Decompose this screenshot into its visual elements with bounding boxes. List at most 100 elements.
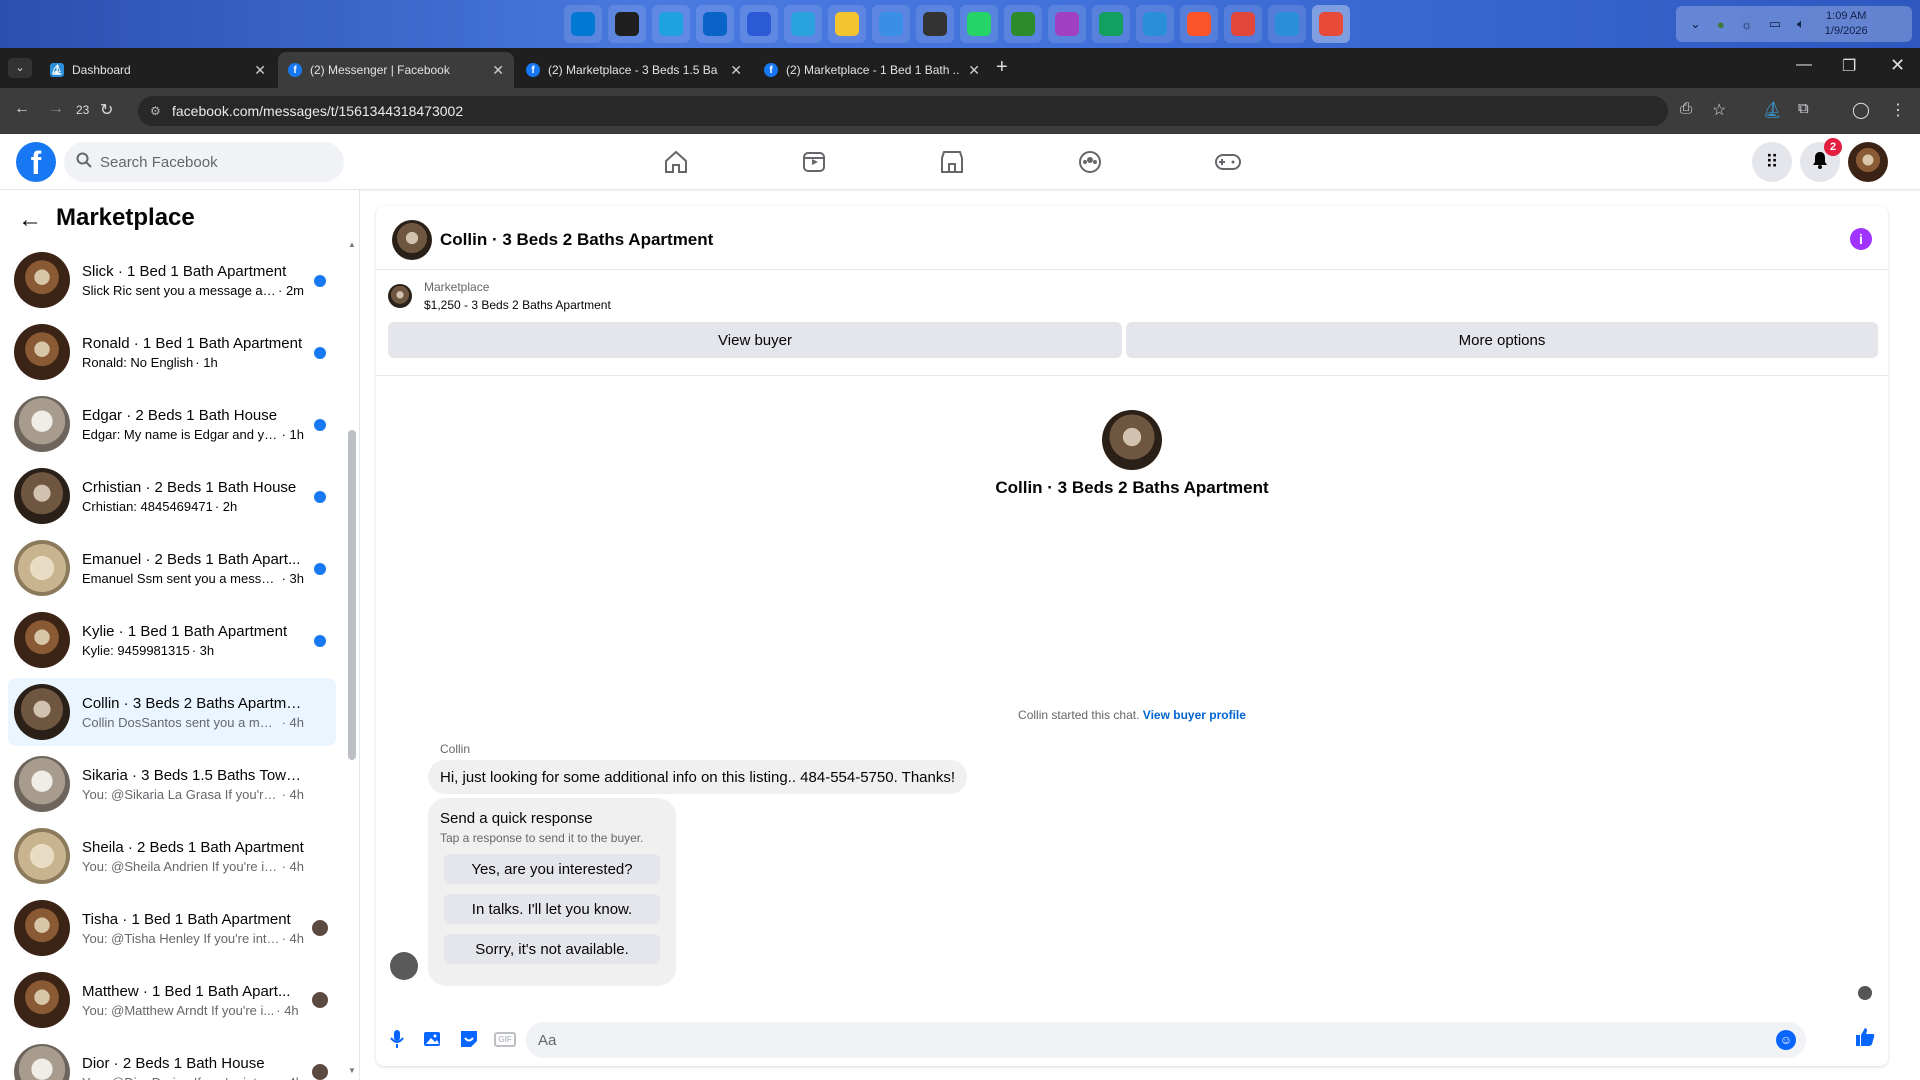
- quick-response-sorry[interactable]: Sorry, it's not available.: [444, 934, 660, 964]
- conversation-avatar: [14, 1044, 70, 1080]
- new-tab-button[interactable]: +: [996, 56, 1008, 79]
- profile-icon[interactable]: ◯: [1852, 100, 1870, 120]
- notepad-icon[interactable]: [872, 5, 910, 43]
- close-icon[interactable]: ✕: [730, 62, 742, 79]
- like-thumbs-up-icon[interactable]: [1854, 1026, 1876, 1048]
- contact-avatar-large[interactable]: [1102, 410, 1162, 470]
- oo-icon[interactable]: [1092, 5, 1130, 43]
- clock[interactable]: 1:09 AM 1/9/2026: [1825, 9, 1868, 39]
- close-icon[interactable]: ✕: [968, 62, 980, 79]
- search-input[interactable]: Search Facebook: [64, 142, 344, 182]
- quick-response-yes[interactable]: Yes, are you interested?: [444, 854, 660, 884]
- sidebar-scrollbar[interactable]: [348, 430, 356, 760]
- menu-kebab-icon[interactable]: ⋮: [1890, 100, 1906, 120]
- whatsapp-icon[interactable]: [960, 5, 998, 43]
- restore-button[interactable]: ❐: [1842, 56, 1856, 76]
- windows-start-icon[interactable]: [564, 5, 602, 43]
- address-bar[interactable]: ⚙ facebook.com/messages/t/15613443184730…: [138, 96, 1668, 126]
- forward-arrow-icon[interactable]: →: [48, 100, 64, 118]
- menu-grid-button[interactable]: ⠿: [1752, 142, 1792, 182]
- gif-icon[interactable]: GIF: [494, 1028, 516, 1050]
- edge-icon-glyph: [659, 12, 683, 36]
- conversation-item[interactable]: Emanuel · 2 Beds 1 Bath Apart... Emanuel …: [8, 534, 336, 602]
- view-buyer-profile-link[interactable]: View buyer profile: [1143, 708, 1246, 722]
- conversation-item[interactable]: Tisha · 1 Bed 1 Bath Apartment You: @Tish…: [8, 894, 336, 962]
- edge-icon[interactable]: [652, 5, 690, 43]
- sailboat2-icon[interactable]: [1268, 5, 1306, 43]
- telegram-icon[interactable]: [784, 5, 822, 43]
- outlook-icon[interactable]: [696, 5, 734, 43]
- extension-sailboat-icon[interactable]: ⛵︎: [1762, 100, 1782, 120]
- conversation-item[interactable]: Sheila · 2 Beds 1 Bath Apartment You: @Sh…: [8, 822, 336, 890]
- sailboat-icon[interactable]: [1136, 5, 1174, 43]
- home-icon[interactable]: [660, 146, 692, 178]
- tab-marketplace-3beds[interactable]: f (2) Marketplace - 3 Beds 1.5 Ba ✕: [516, 52, 752, 88]
- chrome-icon[interactable]: [1224, 5, 1262, 43]
- bookmark-star-icon[interactable]: ☆: [1712, 100, 1726, 120]
- lock-icon[interactable]: [1004, 5, 1042, 43]
- back-arrow-icon[interactable]: ←: [18, 206, 42, 234]
- conversation-item[interactable]: Dior · 2 Beds 1 Bath House You: @Dior Dar…: [8, 1038, 336, 1080]
- extensions-puzzle-icon[interactable]: ⧉: [1798, 100, 1809, 117]
- tab-dashboard[interactable]: ⛵︎ Dashboard ✕: [40, 52, 276, 88]
- more-options-button[interactable]: More options: [1126, 322, 1878, 358]
- system-tray[interactable]: ⌄ ● ☼ ▭ 🔈︎ 1:09 AM 1/9/2026: [1676, 6, 1912, 42]
- minimize-button[interactable]: —: [1796, 56, 1812, 74]
- bell-tray-icon[interactable]: ●: [1717, 17, 1725, 32]
- sender-avatar[interactable]: [390, 952, 418, 980]
- store-icon[interactable]: [740, 5, 778, 43]
- close-window-button[interactable]: ✕: [1890, 55, 1905, 76]
- chat-title[interactable]: Collin · 3 Beds 2 Baths Apartment: [440, 230, 713, 250]
- conversation-item[interactable]: Kylie · 1 Bed 1 Bath Apartment Kylie: 945…: [8, 606, 336, 674]
- game-controller-icon[interactable]: [916, 5, 954, 43]
- close-icon[interactable]: ✕: [492, 62, 504, 79]
- scroll-down-arrow[interactable]: ▼: [348, 1066, 356, 1075]
- conversation-item[interactable]: Sikaria · 3 Beds 1.5 Baths Townh... You: …: [8, 750, 336, 818]
- file-explorer-icon[interactable]: [828, 5, 866, 43]
- chat-avatar[interactable]: [392, 220, 432, 260]
- reload-icon[interactable]: ↻: [100, 100, 113, 120]
- network-icon[interactable]: ▭: [1769, 16, 1781, 32]
- video-icon[interactable]: [798, 146, 830, 178]
- brightness-icon[interactable]: ☼: [1741, 17, 1753, 32]
- gaming-icon[interactable]: [1212, 146, 1244, 178]
- search-icon[interactable]: [608, 5, 646, 43]
- conversation-item[interactable]: Matthew · 1 Bed 1 Bath Apart... You: @Mat…: [8, 966, 336, 1034]
- photo-icon[interactable]: [422, 1028, 444, 1050]
- palette-icon[interactable]: [1048, 5, 1086, 43]
- microphone-icon[interactable]: [386, 1028, 408, 1050]
- account-avatar[interactable]: [1848, 142, 1888, 182]
- message-bubble[interactable]: Hi, just looking for some additional inf…: [428, 760, 968, 794]
- conversation-item[interactable]: Slick · 1 Bed 1 Bath Apartment Slick Ric …: [8, 246, 336, 314]
- sticker-icon[interactable]: [458, 1028, 480, 1050]
- notification-badge: 2: [1824, 138, 1842, 156]
- tab-list-button[interactable]: ⌄: [8, 58, 32, 78]
- back-arrow-icon[interactable]: ←: [14, 100, 30, 118]
- listing-detail[interactable]: $1,250 - 3 Beds 2 Baths Apartment: [424, 298, 611, 312]
- install-icon[interactable]: ⎙: [1680, 100, 1692, 117]
- conversation-time: · 4h: [281, 714, 304, 730]
- volume-icon[interactable]: 🔈︎: [1797, 16, 1805, 32]
- listing-thumbnail[interactable]: [388, 284, 412, 308]
- groups-icon[interactable]: [1074, 146, 1106, 178]
- conversation-item[interactable]: Ronald · 1 Bed 1 Bath Apartment Ronald: N…: [8, 318, 336, 386]
- scroll-up-arrow[interactable]: ▲: [348, 240, 356, 249]
- message-input[interactable]: Aa ☺: [526, 1022, 1806, 1058]
- recorder-icon[interactable]: [1312, 5, 1350, 43]
- close-icon[interactable]: ✕: [254, 62, 266, 79]
- facebook-logo-icon[interactable]: f: [16, 142, 56, 182]
- conversation-item[interactable]: Collin · 3 Beds 2 Baths Apartment Collin …: [8, 678, 336, 746]
- marketplace-icon[interactable]: [936, 146, 968, 178]
- emoji-icon[interactable]: ☺: [1776, 1030, 1796, 1050]
- tab-marketplace-1bed[interactable]: f (2) Marketplace - 1 Bed 1 Bath ... ✕: [754, 52, 990, 88]
- conversation-item[interactable]: Edgar · 2 Beds 1 Bath House Edgar: My nam…: [8, 390, 336, 458]
- quick-response-in-talks[interactable]: In talks. I'll let you know.: [444, 894, 660, 924]
- brave-icon[interactable]: [1180, 5, 1218, 43]
- conversation-item[interactable]: Crhistian · 2 Beds 1 Bath House Crhistian…: [8, 462, 336, 530]
- chevron-up-icon[interactable]: ⌄: [1690, 16, 1701, 32]
- conversation-name: Ronald · 1 Bed 1 Bath Apartment: [82, 334, 303, 352]
- tab-messenger[interactable]: f (2) Messenger | Facebook ✕: [278, 52, 514, 88]
- view-buyer-button[interactable]: View buyer: [388, 322, 1122, 358]
- info-icon[interactable]: i: [1850, 228, 1872, 250]
- site-info-icon[interactable]: ⚙: [150, 104, 161, 118]
